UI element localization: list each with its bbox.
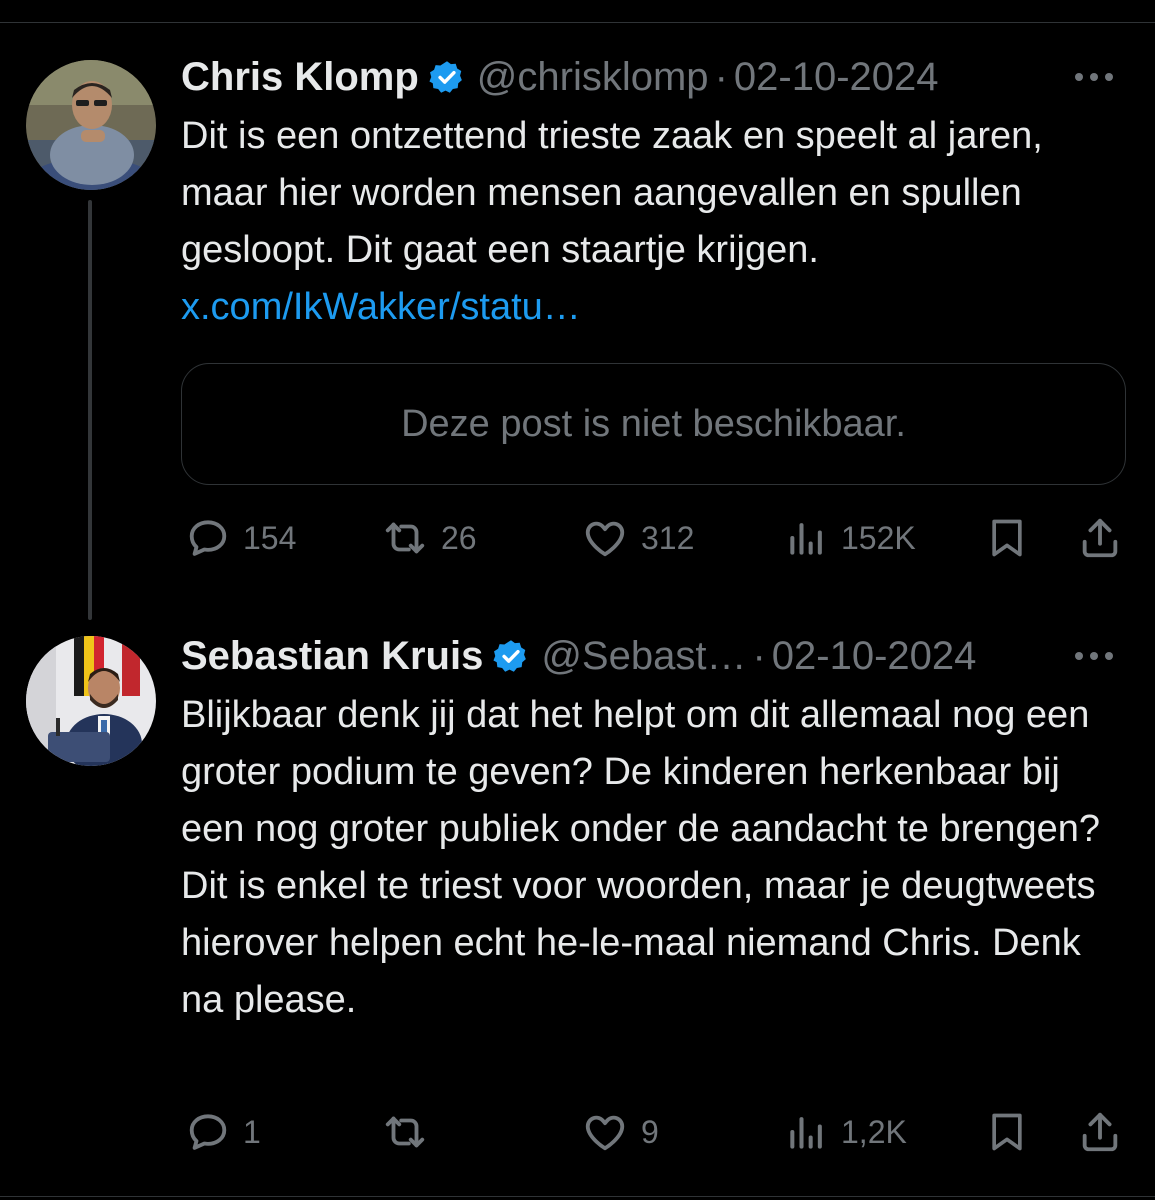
post-date[interactable]: 02-10-2024 xyxy=(772,634,977,679)
reply-icon xyxy=(189,1114,227,1150)
tweet-body: Dit is een ontzettend trieste zaak en sp… xyxy=(181,115,1043,271)
repost-button[interactable] xyxy=(381,1102,441,1162)
views-icon xyxy=(790,523,822,555)
action-bar: 1 9 1,2K xyxy=(181,1102,1131,1162)
avatar-sebastian-kruis[interactable] xyxy=(26,636,156,766)
thread-connector-line xyxy=(88,200,92,620)
reply-button[interactable]: 1 xyxy=(185,1102,261,1162)
bookmark-button[interactable] xyxy=(985,508,1029,568)
share-icon xyxy=(1082,518,1118,558)
share-button[interactable] xyxy=(1077,1102,1123,1162)
reply-icon xyxy=(189,520,227,556)
tweet-body: Blijkbaar denk jij dat het helpt om dit … xyxy=(181,694,1101,1021)
verified-badge-icon xyxy=(429,59,465,95)
tweet-sebastian-kruis[interactable]: Sebastian Kruis @Sebast… · 02-10-2024 Bl… xyxy=(0,620,1155,1196)
separator-dot: · xyxy=(752,633,766,678)
separator-dot: · xyxy=(714,54,728,99)
tweet-link[interactable]: x.com/IkWakker/statu… xyxy=(181,279,1131,336)
views-count: 152K xyxy=(841,519,916,556)
action-bar: 154 26 312 152K xyxy=(181,508,1131,568)
reply-count: 1 xyxy=(243,1113,261,1150)
tweet-chris-klomp[interactable]: Chris Klomp @chrisklomp · 02-10-2024 Dit… xyxy=(0,0,1155,620)
tweet-text: Blijkbaar denk jij dat het helpt om dit … xyxy=(181,687,1106,1029)
user-handle[interactable]: @chrisklomp xyxy=(477,55,709,100)
like-button[interactable]: 312 xyxy=(581,508,694,568)
tweet-header: Chris Klomp @chrisklomp · 02-10-2024 xyxy=(181,52,1115,102)
repost-button[interactable]: 26 xyxy=(381,508,477,568)
more-icon[interactable] xyxy=(1073,631,1115,681)
reply-count: 154 xyxy=(243,519,297,556)
tweet-text: Dit is een ontzettend trieste zaak en sp… xyxy=(181,108,1131,336)
share-button[interactable] xyxy=(1077,508,1123,568)
bookmark-button[interactable] xyxy=(985,1102,1029,1162)
quoted-post-unavailable: Deze post is niet beschikbaar. xyxy=(181,363,1126,485)
post-date[interactable]: 02-10-2024 xyxy=(734,55,939,100)
more-icon[interactable] xyxy=(1073,52,1115,102)
repost-icon xyxy=(385,522,425,554)
like-count: 312 xyxy=(641,519,695,556)
unavailable-message: Deze post is niet beschikbaar. xyxy=(401,402,906,445)
bookmark-icon xyxy=(992,519,1022,557)
reply-button[interactable]: 154 xyxy=(185,508,296,568)
like-button[interactable]: 9 xyxy=(581,1102,659,1162)
views-count: 1,2K xyxy=(841,1113,907,1150)
display-name[interactable]: Chris Klomp xyxy=(181,55,419,100)
bookmark-icon xyxy=(992,1113,1022,1151)
views-icon xyxy=(790,1117,822,1149)
user-handle[interactable]: @Sebast… xyxy=(541,634,746,679)
bottom-divider xyxy=(0,1196,1155,1197)
repost-count: 26 xyxy=(441,519,477,556)
display-name[interactable]: Sebastian Kruis xyxy=(181,634,483,679)
share-icon xyxy=(1082,1112,1118,1152)
repost-icon xyxy=(385,1116,425,1148)
heart-icon xyxy=(585,521,625,557)
tweet-header: Sebastian Kruis @Sebast… · 02-10-2024 xyxy=(181,631,1115,681)
views-button[interactable]: 152K xyxy=(785,508,916,568)
avatar-chris-klomp[interactable] xyxy=(26,60,156,190)
views-button[interactable]: 1,2K xyxy=(785,1102,907,1162)
verified-badge-icon xyxy=(493,638,529,674)
like-count: 9 xyxy=(641,1113,659,1150)
heart-icon xyxy=(585,1115,625,1151)
